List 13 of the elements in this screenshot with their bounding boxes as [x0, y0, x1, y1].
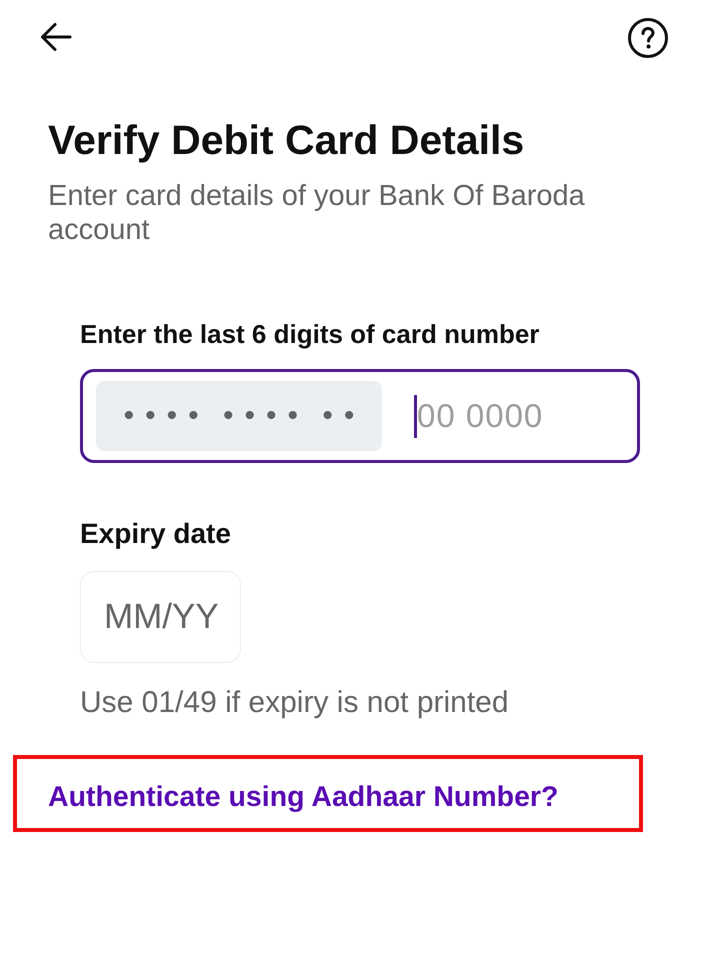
text-cursor-icon	[414, 394, 417, 438]
help-icon[interactable]	[628, 18, 668, 58]
expiry-date-field[interactable]: MM/YY	[80, 571, 241, 663]
expiry-hint: Use 01/49 if expiry is not printed	[80, 687, 510, 719]
card-number-field[interactable]: •••• •••• •• 00 0000	[80, 369, 640, 463]
masked-card-digits: •••• •••• ••	[96, 381, 382, 451]
page-subtitle: Enter card details of your Bank Of Baroda account	[48, 179, 586, 247]
aadhaar-auth-link[interactable]: Authenticate using Aadhaar Number?	[48, 780, 558, 812]
card-digits-input[interactable]: 00 0000	[417, 394, 624, 438]
back-arrow-icon[interactable]	[40, 22, 72, 52]
card-number-label: Enter the last 6 digits of card number	[80, 319, 540, 349]
expiry-date-label: Expiry date	[80, 519, 232, 549]
page-title: Verify Debit Card Details	[48, 116, 526, 164]
